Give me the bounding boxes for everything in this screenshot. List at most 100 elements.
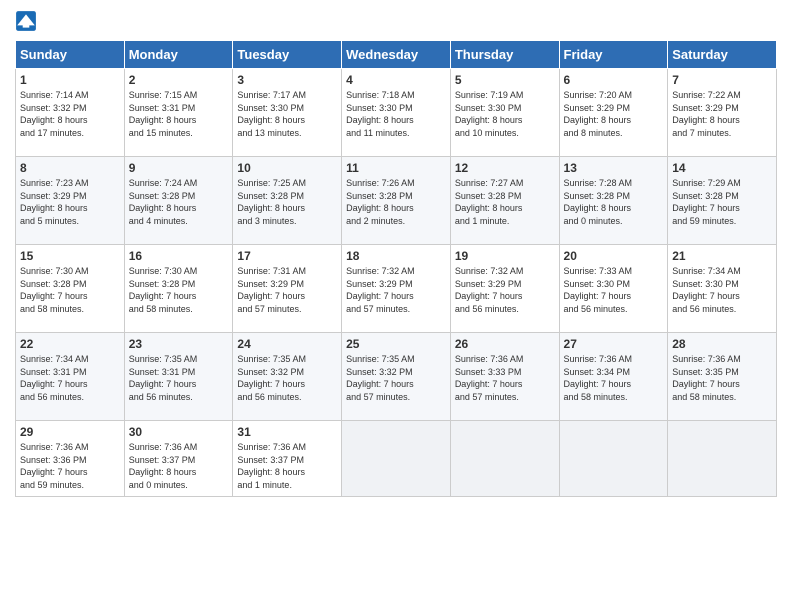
col-header-thursday: Thursday xyxy=(450,41,559,69)
calendar-cell: 15Sunrise: 7:30 AM Sunset: 3:28 PM Dayli… xyxy=(16,245,125,333)
day-number: 12 xyxy=(455,161,555,175)
day-number: 1 xyxy=(20,73,120,87)
col-header-friday: Friday xyxy=(559,41,668,69)
calendar-cell: 30 Sunrise: 7:36 AM Sunset: 3:37 PM Dayli… xyxy=(124,421,233,497)
day-info: Sunrise: 7:32 AM Sunset: 3:29 PM Dayligh… xyxy=(346,265,446,315)
day-info: Sunrise: 7:36 AM Sunset: 3:37 PM Dayligh… xyxy=(237,441,337,491)
day-number: 29 xyxy=(20,425,120,439)
day-info: Sunrise: 7:36 AM Sunset: 3:36 PM Dayligh… xyxy=(20,441,120,491)
day-info: Sunrise: 7:20 AM Sunset: 3:29 PM Dayligh… xyxy=(564,89,664,139)
day-number: 2 xyxy=(129,73,229,87)
calendar-cell: 25 Sunrise: 7:35 AM Sunset: 3:32 PM Dayli… xyxy=(342,333,451,421)
day-number: 30 xyxy=(129,425,229,439)
day-number: 31 xyxy=(237,425,337,439)
day-number: 19 xyxy=(455,249,555,263)
calendar-cell: 20Sunrise: 7:33 AM Sunset: 3:30 PM Dayli… xyxy=(559,245,668,333)
calendar-cell: 11 Sunrise: 7:26 AM Sunset: 3:28 PM Dayli… xyxy=(342,157,451,245)
week-row-2: 8 Sunrise: 7:23 AM Sunset: 3:29 PM Daylig… xyxy=(16,157,777,245)
calendar-cell: 21 Sunrise: 7:34 AM Sunset: 3:30 PM Dayli… xyxy=(668,245,777,333)
day-info: Sunrise: 7:15 AM Sunset: 3:31 PM Dayligh… xyxy=(129,89,229,139)
day-number: 28 xyxy=(672,337,772,351)
day-info: Sunrise: 7:34 AM Sunset: 3:31 PM Dayligh… xyxy=(20,353,120,403)
day-number: 3 xyxy=(237,73,337,87)
day-number: 16 xyxy=(129,249,229,263)
calendar-body: 1 Sunrise: 7:14 AM Sunset: 3:32 PM Daylig… xyxy=(16,69,777,497)
day-info: Sunrise: 7:28 AM Sunset: 3:28 PM Dayligh… xyxy=(564,177,664,227)
day-info: Sunrise: 7:36 AM Sunset: 3:35 PM Dayligh… xyxy=(672,353,772,403)
col-header-sunday: Sunday xyxy=(16,41,125,69)
day-number: 21 xyxy=(672,249,772,263)
day-number: 6 xyxy=(564,73,664,87)
day-number: 26 xyxy=(455,337,555,351)
day-info: Sunrise: 7:35 AM Sunset: 3:32 PM Dayligh… xyxy=(346,353,446,403)
week-row-4: 22 Sunrise: 7:34 AM Sunset: 3:31 PM Dayli… xyxy=(16,333,777,421)
col-header-monday: Monday xyxy=(124,41,233,69)
day-number: 11 xyxy=(346,161,446,175)
day-info: Sunrise: 7:31 AM Sunset: 3:29 PM Dayligh… xyxy=(237,265,337,315)
calendar-cell: 9Sunrise: 7:24 AM Sunset: 3:28 PM Daylig… xyxy=(124,157,233,245)
day-info: Sunrise: 7:35 AM Sunset: 3:31 PM Dayligh… xyxy=(129,353,229,403)
day-number: 23 xyxy=(129,337,229,351)
col-header-tuesday: Tuesday xyxy=(233,41,342,69)
day-number: 14 xyxy=(672,161,772,175)
day-number: 7 xyxy=(672,73,772,87)
calendar-cell: 13Sunrise: 7:28 AM Sunset: 3:28 PM Dayli… xyxy=(559,157,668,245)
calendar-cell xyxy=(342,421,451,497)
day-number: 15 xyxy=(20,249,120,263)
calendar-cell: 24Sunrise: 7:35 AM Sunset: 3:32 PM Dayli… xyxy=(233,333,342,421)
calendar-cell: 28 Sunrise: 7:36 AM Sunset: 3:35 PM Dayli… xyxy=(668,333,777,421)
calendar-header: SundayMondayTuesdayWednesdayThursdayFrid… xyxy=(16,41,777,69)
calendar-cell: 31 Sunrise: 7:36 AM Sunset: 3:37 PM Dayli… xyxy=(233,421,342,497)
day-info: Sunrise: 7:35 AM Sunset: 3:32 PM Dayligh… xyxy=(237,353,337,403)
calendar-cell: 6 Sunrise: 7:20 AM Sunset: 3:29 PM Daylig… xyxy=(559,69,668,157)
day-number: 27 xyxy=(564,337,664,351)
calendar-cell: 8 Sunrise: 7:23 AM Sunset: 3:29 PM Daylig… xyxy=(16,157,125,245)
day-info: Sunrise: 7:32 AM Sunset: 3:29 PM Dayligh… xyxy=(455,265,555,315)
day-info: Sunrise: 7:17 AM Sunset: 3:30 PM Dayligh… xyxy=(237,89,337,139)
day-info: Sunrise: 7:36 AM Sunset: 3:34 PM Dayligh… xyxy=(564,353,664,403)
calendar-cell: 26 Sunrise: 7:36 AM Sunset: 3:33 PM Dayli… xyxy=(450,333,559,421)
day-info: Sunrise: 7:36 AM Sunset: 3:33 PM Dayligh… xyxy=(455,353,555,403)
day-number: 20 xyxy=(564,249,664,263)
day-number: 22 xyxy=(20,337,120,351)
calendar-cell xyxy=(668,421,777,497)
day-info: Sunrise: 7:25 AM Sunset: 3:28 PM Dayligh… xyxy=(237,177,337,227)
calendar-cell: 2 Sunrise: 7:15 AM Sunset: 3:31 PM Daylig… xyxy=(124,69,233,157)
week-row-3: 15 Sunrise: 7:30 AM Sunset: 3:28 PM Dayli… xyxy=(16,245,777,333)
day-info: Sunrise: 7:18 AM Sunset: 3:30 PM Dayligh… xyxy=(346,89,446,139)
calendar-cell: 12Sunrise: 7:27 AM Sunset: 3:28 PM Dayli… xyxy=(450,157,559,245)
day-number: 8 xyxy=(20,161,120,175)
calendar-cell: 18 Sunrise: 7:32 AM Sunset: 3:29 PM Dayli… xyxy=(342,245,451,333)
day-info: Sunrise: 7:30 AM Sunset: 3:28 PM Dayligh… xyxy=(129,265,229,315)
day-info: Sunrise: 7:19 AM Sunset: 3:30 PM Dayligh… xyxy=(455,89,555,139)
calendar-cell xyxy=(559,421,668,497)
calendar-cell: 5 Sunrise: 7:19 AM Sunset: 3:30 PM Daylig… xyxy=(450,69,559,157)
calendar-cell: 14Sunrise: 7:29 AM Sunset: 3:28 PM Dayli… xyxy=(668,157,777,245)
day-number: 18 xyxy=(346,249,446,263)
day-number: 25 xyxy=(346,337,446,351)
calendar-cell: 16 Sunrise: 7:30 AM Sunset: 3:28 PM Dayli… xyxy=(124,245,233,333)
day-info: Sunrise: 7:14 AM Sunset: 3:32 PM Dayligh… xyxy=(20,89,120,139)
day-number: 9 xyxy=(129,161,229,175)
calendar-cell: 1 Sunrise: 7:14 AM Sunset: 3:32 PM Daylig… xyxy=(16,69,125,157)
calendar-cell: 29 Sunrise: 7:36 AM Sunset: 3:36 PM Dayli… xyxy=(16,421,125,497)
calendar-cell: 7Sunrise: 7:22 AM Sunset: 3:29 PM Daylig… xyxy=(668,69,777,157)
calendar-cell: 19 Sunrise: 7:32 AM Sunset: 3:29 PM Dayli… xyxy=(450,245,559,333)
day-number: 4 xyxy=(346,73,446,87)
day-info: Sunrise: 7:34 AM Sunset: 3:30 PM Dayligh… xyxy=(672,265,772,315)
day-info: Sunrise: 7:23 AM Sunset: 3:29 PM Dayligh… xyxy=(20,177,120,227)
day-info: Sunrise: 7:36 AM Sunset: 3:37 PM Dayligh… xyxy=(129,441,229,491)
day-number: 10 xyxy=(237,161,337,175)
logo-icon xyxy=(15,10,37,32)
header-row: SundayMondayTuesdayWednesdayThursdayFrid… xyxy=(16,41,777,69)
calendar-cell xyxy=(450,421,559,497)
col-header-saturday: Saturday xyxy=(668,41,777,69)
day-info: Sunrise: 7:26 AM Sunset: 3:28 PM Dayligh… xyxy=(346,177,446,227)
page: SundayMondayTuesdayWednesdayThursdayFrid… xyxy=(0,0,792,612)
calendar-cell: 3 Sunrise: 7:17 AM Sunset: 3:30 PM Daylig… xyxy=(233,69,342,157)
calendar-cell: 22 Sunrise: 7:34 AM Sunset: 3:31 PM Dayli… xyxy=(16,333,125,421)
col-header-wednesday: Wednesday xyxy=(342,41,451,69)
calendar-cell: 10 Sunrise: 7:25 AM Sunset: 3:28 PM Dayli… xyxy=(233,157,342,245)
day-number: 5 xyxy=(455,73,555,87)
header xyxy=(15,10,777,32)
